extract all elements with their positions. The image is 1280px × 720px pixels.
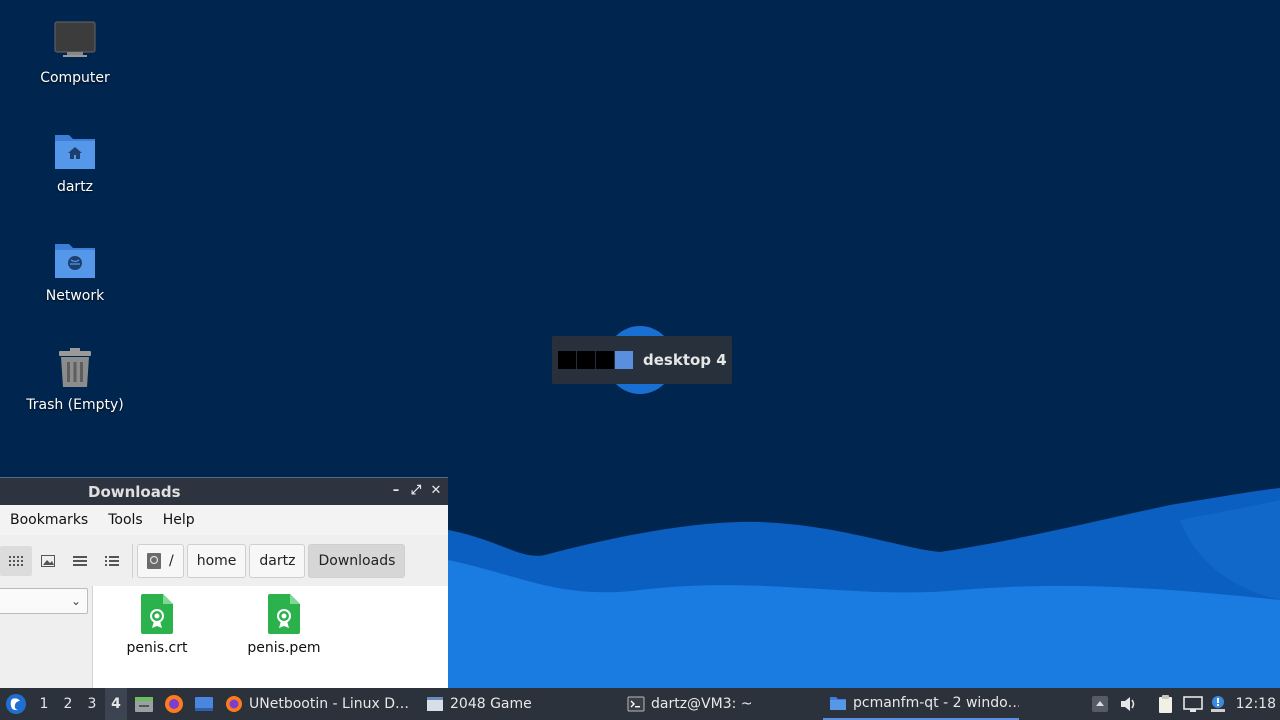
start-menu-icon[interactable] (5, 693, 27, 715)
desktop-icon-label: dartz (56, 179, 94, 195)
taskbar: 1 2 3 4 UNetbootin - Linux D… 2048 Game … (0, 688, 1280, 720)
file-item[interactable]: penis.pem (229, 594, 339, 656)
clipboard-icon[interactable] (1156, 694, 1176, 714)
file-manager-launcher-icon[interactable] (134, 694, 154, 714)
task-label: dartz@VM3: ~ (651, 696, 753, 712)
firefox-icon (226, 696, 242, 712)
volume-icon[interactable] (1118, 694, 1138, 714)
toolbar: / home dartz Downloads (0, 535, 448, 586)
task-label: UNetbootin - Linux D… (249, 696, 409, 712)
folder-icon (830, 697, 846, 710)
task-pcmanfm[interactable]: pcmanfm-qt - 2 windo… (823, 688, 1019, 720)
file-view: penis.crt penis.pem (93, 586, 448, 688)
path-segment-downloads[interactable]: Downloads (308, 543, 406, 578)
window-icon (427, 697, 443, 711)
side-pane: ⌄ (0, 586, 93, 688)
window-titlebar[interactable]: Downloads – ⤢ ✕ (0, 478, 448, 505)
update-notifier-icon[interactable] (1208, 694, 1228, 714)
path-segment-dartz[interactable]: dartz (249, 543, 306, 578)
workspace-4[interactable]: 4 (105, 688, 127, 720)
terminal-icon (627, 696, 645, 712)
firefox-launcher-icon[interactable] (164, 694, 184, 714)
certificate-file-icon (268, 594, 300, 634)
workspace-2[interactable]: 2 (57, 688, 79, 720)
compact-view-button[interactable] (64, 546, 96, 576)
task-terminal[interactable]: dartz@VM3: ~ (627, 688, 817, 720)
path-segment-home[interactable]: home (186, 543, 247, 578)
icon-view-button[interactable] (0, 545, 32, 576)
file-item[interactable]: penis.crt (102, 594, 212, 656)
computer-icon (54, 21, 96, 57)
file-name: penis.crt (126, 640, 188, 656)
tray-expand-icon[interactable] (1090, 694, 1110, 714)
desktop-icon-label: Trash (Empty) (26, 397, 124, 413)
osd-label: desktop 4 (643, 351, 727, 369)
task-label: pcmanfm-qt - 2 windo… (853, 695, 1019, 711)
menu-tools[interactable]: Tools (98, 512, 153, 528)
window-title: Downloads (88, 483, 181, 501)
workspace-1[interactable]: 1 (33, 688, 55, 720)
file-name: penis.pem (247, 640, 321, 656)
desktop-icon-label: Network (45, 288, 105, 304)
detailed-list-icon (105, 555, 119, 566)
task-2048-game[interactable]: 2048 Game (426, 688, 616, 720)
desktop-icon-label: Computer (40, 70, 110, 86)
desktop-switch-osd: desktop 4 (552, 336, 732, 384)
maximize-button[interactable]: ⤢ (406, 481, 426, 501)
minimize-button[interactable]: – (386, 481, 406, 501)
desktop: Computer dartz Network Trash (Empty) des… (0, 0, 1280, 688)
path-root-button[interactable]: / (137, 543, 184, 578)
osd-desktop-3 (596, 351, 614, 369)
home-folder-icon (55, 135, 95, 169)
osd-desktop-4-active (615, 351, 633, 369)
trash-icon (59, 348, 91, 387)
desktop-icon-computer[interactable]: Computer (10, 18, 140, 86)
osd-desktop-2 (577, 351, 595, 369)
workspace-3[interactable]: 3 (81, 688, 103, 720)
desktop-icon-trash[interactable]: Trash (Empty) (10, 345, 140, 413)
side-pane-mode-select[interactable]: ⌄ (0, 588, 88, 614)
close-button[interactable]: ✕ (426, 481, 446, 501)
network-folder-icon (55, 244, 95, 278)
thumbnail-view-button[interactable] (32, 546, 64, 576)
thumbnail-view-icon (41, 554, 55, 567)
osd-desktop-1 (558, 351, 576, 369)
file-manager-window: Downloads – ⤢ ✕ Bookmarks Tools Help / h… (0, 477, 448, 688)
show-desktop-icon[interactable] (194, 694, 214, 714)
chevron-down-icon: ⌄ (70, 594, 81, 608)
file-manager-body: ⌄ penis.crt penis.pem (0, 586, 448, 688)
task-unetbootin[interactable]: UNetbootin - Linux D… (225, 688, 415, 720)
desktop-icon-network[interactable]: Network (10, 236, 140, 304)
detailed-list-button[interactable] (96, 546, 128, 576)
compact-view-icon (73, 555, 87, 566)
root-drive-icon (147, 552, 161, 569)
certificate-file-icon (141, 594, 173, 634)
menu-bar: Bookmarks Tools Help (0, 505, 448, 535)
toolbar-separator (132, 543, 133, 578)
clock[interactable]: 12:18 (1236, 688, 1276, 720)
icon-view-icon (9, 555, 23, 566)
menu-bookmarks[interactable]: Bookmarks (0, 512, 98, 528)
network-monitor-icon[interactable] (1183, 694, 1203, 714)
desktop-icon-home[interactable]: dartz (10, 127, 140, 195)
path-root-label: / (169, 552, 174, 569)
task-label: 2048 Game (450, 696, 532, 712)
menu-help[interactable]: Help (153, 512, 205, 528)
